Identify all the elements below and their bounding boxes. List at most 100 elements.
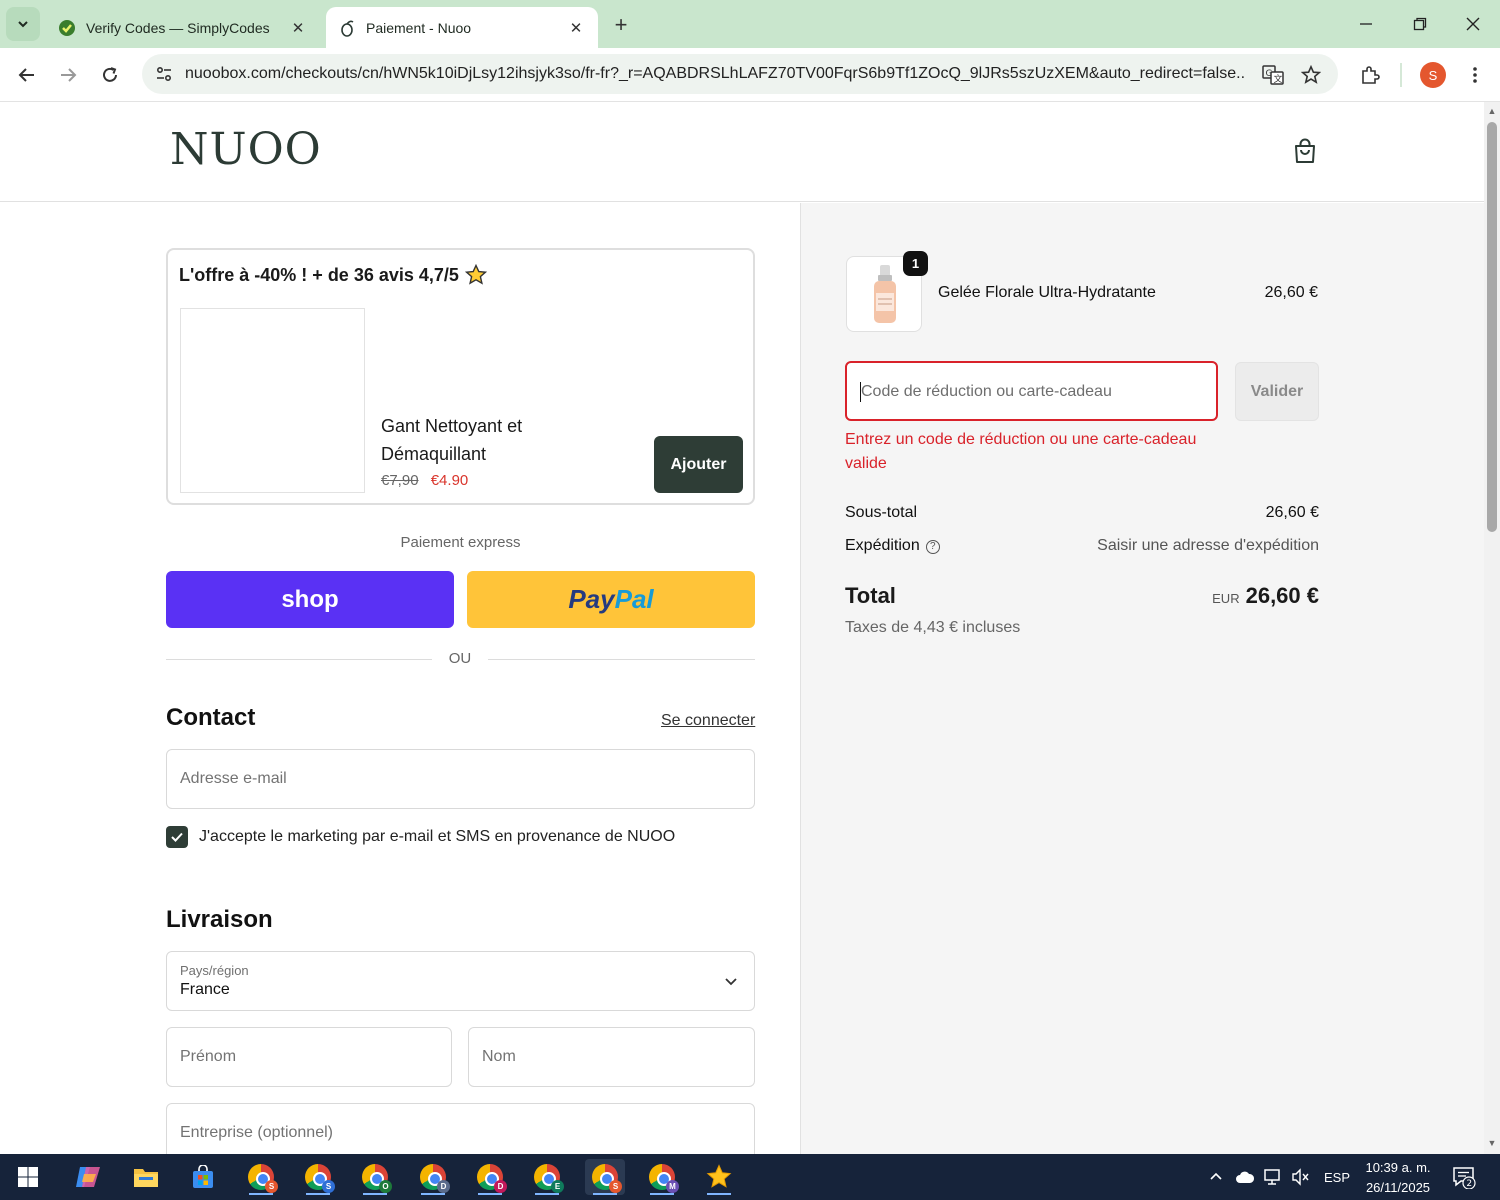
chrome-profile-d-button[interactable]: D [470,1159,510,1195]
translate-icon[interactable]: G文 [1260,62,1286,88]
shopping-bag-icon[interactable] [1290,136,1320,166]
tab-paiement-nuoo[interactable]: Paiement - Nuoo ✕ [326,7,598,48]
chevron-down-icon [18,21,28,28]
checkmark-icon [171,832,183,842]
close-tab-icon[interactable]: ✕ [288,18,308,38]
chrome-profile-s-button[interactable]: S [241,1159,281,1195]
forward-button[interactable] [52,59,84,91]
validate-discount-button[interactable]: Valider [1235,362,1319,421]
browser-menu-button[interactable] [1459,59,1491,91]
upsell-prices: €7,90 €4.90 [381,472,468,489]
extensions-button[interactable] [1354,59,1386,91]
scroll-down-arrow-icon[interactable]: ▼ [1487,1138,1497,1148]
subtotal-label: Sous-total [845,504,918,521]
chrome-icon: S [592,1164,622,1193]
show-hidden-icons[interactable] [1208,1154,1224,1200]
tab-verify-codes[interactable]: Verify Codes — SimplyCodes ✕ [46,7,320,48]
address-bar[interactable]: nuoobox.com/checkouts/cn/hWN5k10iDjLsy12… [142,54,1338,94]
company-field[interactable]: Entreprise (optionnel) [166,1103,755,1154]
tab-title: Verify Codes — SimplyCodes [86,19,270,36]
divider-line [166,659,432,660]
first-name-placeholder: Prénom [180,1048,237,1065]
reload-button[interactable] [94,59,126,91]
shop-pay-label: shop [281,585,339,613]
nuoo-logo[interactable]: NUOO [170,124,322,175]
contact-title: Contact [166,704,256,731]
marketing-checkbox[interactable] [166,826,188,848]
last-name-placeholder: Nom [482,1048,516,1065]
profile-badge: D [494,1180,507,1193]
divider-line [488,659,755,660]
running-indicator [249,1193,273,1195]
upsell-title: L'offre à -40% ! + de 36 avis 4,7/5 [179,264,487,286]
tab-search-button[interactable] [6,7,40,41]
nuoo-favicon-icon [338,19,356,37]
file-explorer-button[interactable] [126,1159,166,1195]
running-indicator [650,1193,674,1195]
chrome-profile-s-active-button[interactable]: S [585,1159,625,1195]
chrome-icon: D [477,1164,507,1193]
arrow-left-icon [18,68,34,82]
copilot-taskbar-button[interactable] [68,1159,108,1195]
running-indicator [363,1193,387,1195]
scroll-up-arrow-icon[interactable]: ▲ [1487,106,1497,116]
shipping-value: Saisir une adresse d'expédition [1097,537,1319,554]
profile-badge: S [265,1180,278,1193]
country-select[interactable]: Pays/région France [166,951,755,1011]
currency-code: EUR [1212,591,1240,606]
restore-icon[interactable] [1400,8,1440,40]
close-tab-icon[interactable]: ✕ [566,18,586,38]
running-indicator [535,1193,559,1195]
store-icon [193,1165,213,1188]
last-name-field[interactable]: Nom [468,1027,755,1087]
page-scrollbar[interactable]: ▲ ▼ [1484,102,1500,1154]
chrome-profile-o-button[interactable]: O [355,1159,395,1195]
email-field[interactable]: Adresse e-mail [166,749,755,809]
profile-avatar[interactable]: S [1420,62,1446,88]
start-button[interactable] [8,1159,48,1195]
input-language-tray[interactable]: ESP [1324,1154,1350,1200]
subtotal-value: 26,60 € [1265,504,1319,521]
minimize-icon[interactable] [1346,8,1386,40]
company-placeholder: Entreprise (optionnel) [180,1124,333,1141]
profile-badge: D [437,1180,450,1193]
order-summary-panel [800,203,1484,1154]
upsell-title-text: L'offre à -40% ! + de 36 avis 4,7/5 [179,264,459,285]
chrome-profile-e-button[interactable]: E [527,1159,567,1195]
volume-tray[interactable] [1291,1154,1311,1200]
marketing-consent-label[interactable]: J'accepte le marketing par e-mail et SMS… [199,828,675,846]
add-upsell-button[interactable]: Ajouter [654,436,743,493]
chrome-profile-s-button[interactable]: S [298,1159,338,1195]
profile-badge: S [609,1180,622,1193]
close-window-icon[interactable] [1453,8,1493,40]
bookmark-star-icon[interactable] [1298,62,1324,88]
copilot-icon [76,1167,100,1187]
site-info-icon[interactable] [150,60,178,88]
discount-error-message: Entrez un code de réduction ou une carte… [845,431,1197,472]
shop-pay-button[interactable]: shop [166,571,454,628]
discount-code-input[interactable]: Code de réduction ou carte-cadeau [845,361,1218,421]
paypal-button[interactable]: Pay Pal [467,571,755,628]
microsoft-store-button[interactable] [183,1159,223,1195]
onedrive-tray[interactable] [1235,1154,1255,1200]
taskbar-clock[interactable]: 10:39 a. m. 26/11/2025 [1358,1158,1438,1198]
chrome-profile-m-button[interactable]: M [642,1159,682,1195]
notification-center-button[interactable]: 2 [1452,1165,1476,1190]
chrome-profile-d-button[interactable]: D [413,1159,453,1195]
total-amount: EUR 26,60 € [1100,583,1319,609]
star-icon [464,264,487,285]
notification-icon: 2 [1453,1167,1476,1190]
network-tray[interactable] [1263,1154,1283,1200]
scrollbar-thumb[interactable] [1487,122,1497,532]
favorites-app-button[interactable] [699,1159,739,1195]
first-name-field[interactable]: Prénom [166,1027,452,1087]
new-tab-plus-icon[interactable]: + [606,10,636,40]
chrome-icon: S [305,1164,335,1193]
help-circle-icon[interactable]: ? [925,539,940,554]
url-text[interactable]: nuoobox.com/checkouts/cn/hWN5k10iDjLsy12… [185,65,1245,83]
express-checkout-label: Paiement express [400,534,521,551]
or-label: OU [448,650,472,667]
back-button[interactable] [11,59,43,91]
login-link[interactable]: Se connecter [661,712,755,730]
volume-muted-icon [1292,1168,1309,1186]
